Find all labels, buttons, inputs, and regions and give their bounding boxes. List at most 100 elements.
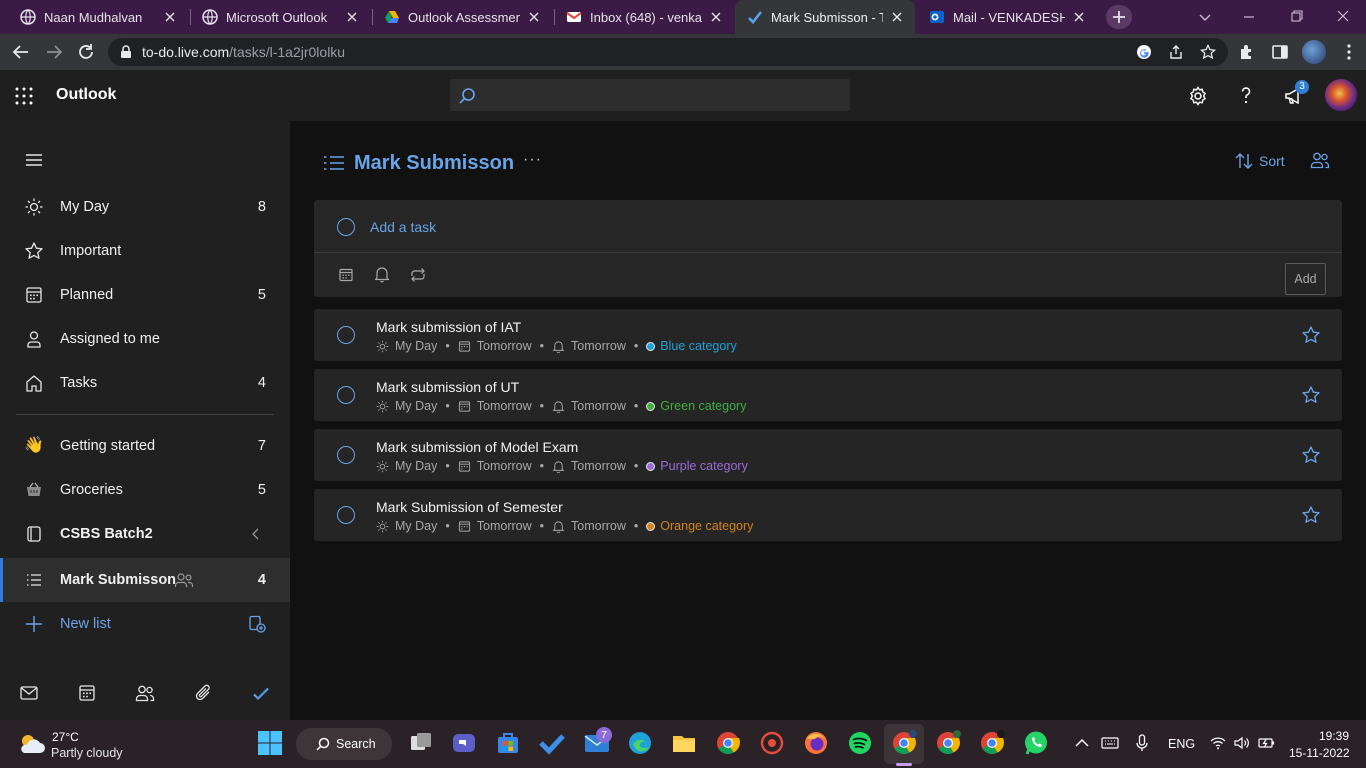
- settings-gear-icon[interactable]: [1188, 86, 1208, 106]
- help-question-icon[interactable]: [1236, 85, 1256, 105]
- sidebar-item-tasks[interactable]: Tasks 4: [0, 361, 290, 405]
- chrome-profile-icon[interactable]: [891, 730, 917, 756]
- browser-tab-active[interactable]: Mark Submisson - To D: [735, 0, 915, 34]
- reminder-bell-icon[interactable]: [374, 266, 390, 283]
- mail-icon[interactable]: [20, 685, 38, 701]
- app-launcher-icon[interactable]: [15, 87, 33, 105]
- chevron-up-icon[interactable]: [1075, 737, 1089, 749]
- new-tab-button[interactable]: [1106, 5, 1132, 29]
- browser-tab[interactable]: Inbox (648) - venkade: [554, 0, 734, 34]
- weather-cloud-icon[interactable]: [16, 732, 46, 756]
- spotify-icon[interactable]: [847, 730, 873, 756]
- complete-task-checkbox[interactable]: [337, 386, 355, 404]
- task-item[interactable]: Mark Submission of Semester My Day • Tomo…: [314, 489, 1342, 541]
- list-options-more-button[interactable]: ···: [523, 151, 542, 169]
- volume-icon[interactable]: [1234, 736, 1250, 750]
- add-task-input[interactable]: Add a task: [370, 219, 436, 235]
- search-input[interactable]: [450, 79, 850, 111]
- microsoft-store-icon[interactable]: [495, 730, 521, 756]
- chrome-profile-icon[interactable]: [979, 730, 1005, 756]
- task-item[interactable]: Mark submission of Model Exam My Day • To…: [314, 429, 1342, 481]
- chevron-left-icon[interactable]: [250, 527, 262, 541]
- keyboard-icon[interactable]: [1101, 736, 1119, 750]
- profile-avatar[interactable]: [1302, 40, 1326, 64]
- firefox-icon[interactable]: [803, 730, 829, 756]
- close-tab-icon[interactable]: [1071, 9, 1087, 25]
- attachment-paperclip-icon[interactable]: [195, 684, 213, 702]
- complete-task-checkbox[interactable]: [337, 506, 355, 524]
- browser-tab[interactable]: Naan Mudhalvan: [8, 0, 188, 34]
- sidebar-item-my-day[interactable]: My Day 8: [0, 185, 290, 229]
- battery-charging-icon[interactable]: [1258, 736, 1276, 750]
- people-icon[interactable]: [135, 684, 155, 702]
- input-language[interactable]: ENG: [1168, 737, 1195, 751]
- task-item[interactable]: Mark submission of IAT My Day • Tomorrow •…: [314, 309, 1342, 361]
- close-tab-icon[interactable]: [344, 9, 360, 25]
- importance-star-icon[interactable]: [1301, 385, 1321, 405]
- browser-tab[interactable]: Mail - VENKADESH P: [917, 0, 1097, 34]
- clock-date[interactable]: 15-11-2022: [1289, 746, 1350, 760]
- bookmark-star-icon[interactable]: [1200, 44, 1216, 60]
- close-tab-icon[interactable]: [162, 9, 178, 25]
- todo-check-icon[interactable]: [252, 686, 270, 702]
- importance-star-icon[interactable]: [1301, 325, 1321, 345]
- menu-kebab-icon[interactable]: [1340, 43, 1358, 61]
- google-icon[interactable]: [1136, 44, 1152, 60]
- app-title[interactable]: Outlook: [56, 86, 116, 104]
- file-explorer-icon[interactable]: [671, 730, 697, 756]
- back-arrow-icon[interactable]: [12, 43, 30, 61]
- complete-task-checkbox[interactable]: [337, 326, 355, 344]
- clock-time[interactable]: 19:39: [1319, 729, 1349, 743]
- list-title[interactable]: Mark Submisson: [354, 152, 514, 175]
- close-tab-icon[interactable]: [889, 9, 905, 25]
- sidebar-item-planned[interactable]: Planned 5: [0, 273, 290, 317]
- importance-star-icon[interactable]: [1301, 445, 1321, 465]
- whatsapp-icon[interactable]: [1023, 730, 1049, 756]
- complete-task-checkbox[interactable]: [337, 446, 355, 464]
- lock-icon[interactable]: [120, 45, 132, 59]
- todo-app-icon[interactable]: [539, 730, 565, 756]
- task-view-icon[interactable]: [408, 730, 434, 756]
- close-tab-icon[interactable]: [526, 9, 542, 25]
- microphone-icon[interactable]: [1136, 734, 1148, 752]
- side-panel-icon[interactable]: [1271, 43, 1289, 61]
- sort-button[interactable]: Sort: [1234, 150, 1285, 172]
- sidebar-group-csbs-batch2[interactable]: CSBS Batch2: [0, 512, 290, 556]
- add-task-button[interactable]: Add: [1285, 263, 1326, 295]
- close-window-icon[interactable]: [1336, 9, 1350, 23]
- wifi-icon[interactable]: [1210, 736, 1226, 750]
- extensions-puzzle-icon[interactable]: [1238, 43, 1256, 61]
- tab-search-chevron-icon[interactable]: [1198, 10, 1212, 24]
- browser-tab[interactable]: Outlook Assessment: [372, 0, 552, 34]
- sidebar-item-assigned-to-me[interactable]: Assigned to me: [0, 317, 290, 361]
- teams-chat-icon[interactable]: [451, 730, 477, 756]
- browser-tab[interactable]: Microsoft Outlook: [190, 0, 370, 34]
- chrome-profile-icon[interactable]: [935, 730, 961, 756]
- sidebar-list-mark-submisson[interactable]: Mark Submisson 4: [0, 558, 290, 602]
- new-list-button[interactable]: New list: [0, 602, 290, 646]
- edge-browser-icon[interactable]: [627, 730, 653, 756]
- hamburger-menu-icon[interactable]: [25, 152, 43, 168]
- share-list-people-icon[interactable]: [1310, 151, 1330, 169]
- chrome-icon[interactable]: [715, 730, 741, 756]
- minimize-icon[interactable]: [1242, 10, 1256, 24]
- reload-icon[interactable]: [77, 43, 95, 61]
- importance-star-icon[interactable]: [1301, 505, 1321, 525]
- task-item[interactable]: Mark submission of UT My Day • Tomorrow • …: [314, 369, 1342, 421]
- sidebar-list-getting-started[interactable]: 👋 Getting started 7: [0, 424, 290, 468]
- restore-icon[interactable]: [1290, 9, 1304, 23]
- share-icon[interactable]: [1168, 44, 1184, 60]
- windows-start-icon[interactable]: [257, 730, 283, 756]
- forward-arrow-icon[interactable]: [45, 43, 63, 61]
- address-bar[interactable]: to-do.live.com/tasks/l-1a2jr0lolku: [108, 38, 1228, 66]
- screen-recorder-icon[interactable]: [759, 730, 785, 756]
- taskbar-search-button[interactable]: Search: [296, 728, 392, 760]
- sidebar-item-important[interactable]: Important: [0, 229, 290, 273]
- calendar-app-icon[interactable]: [78, 684, 96, 702]
- close-tab-icon[interactable]: [708, 9, 724, 25]
- due-date-calendar-icon[interactable]: [338, 267, 354, 283]
- repeat-icon[interactable]: [409, 267, 427, 283]
- new-group-icon[interactable]: [248, 615, 266, 633]
- sidebar-list-groceries[interactable]: Groceries 5: [0, 468, 290, 512]
- user-avatar[interactable]: [1325, 79, 1357, 111]
